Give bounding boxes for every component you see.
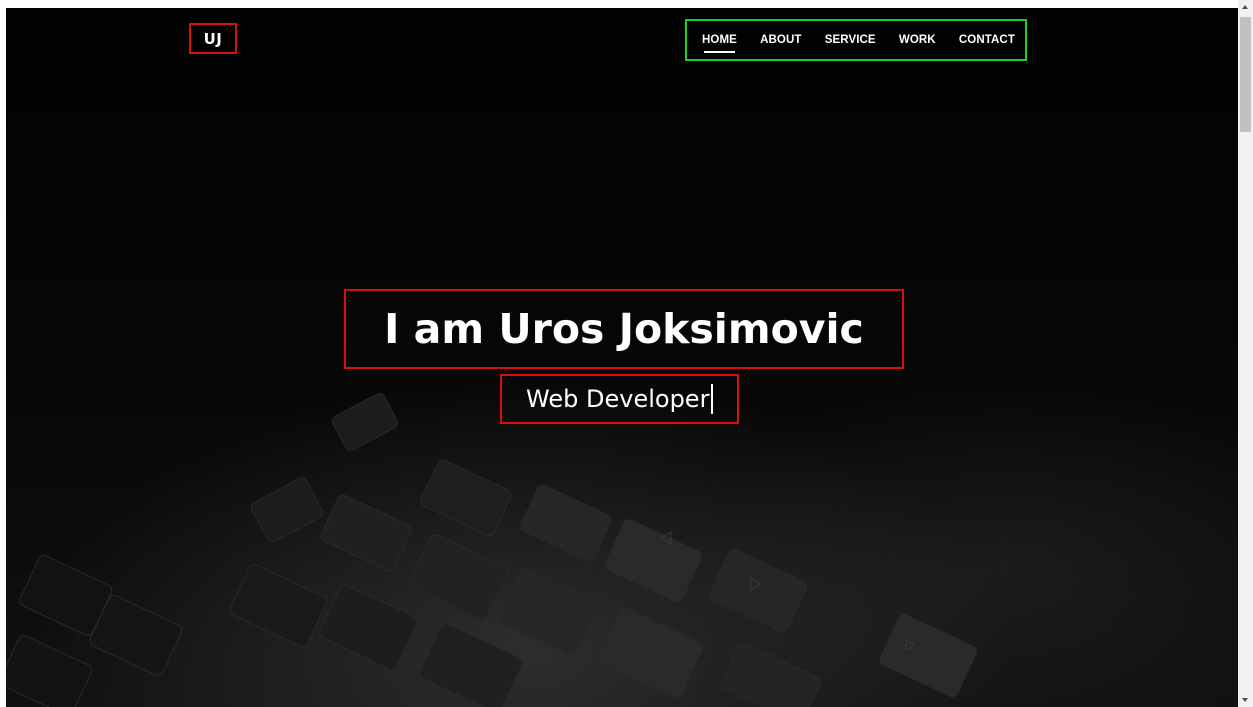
nav-item-contact[interactable]: CONTACT	[959, 34, 1015, 46]
nav-item-service[interactable]: SERVICE	[825, 34, 876, 46]
main-navigation: HOME ABOUT SERVICE WORK CONTACT	[685, 19, 1027, 61]
hero-subtitle: Web Developer	[500, 374, 739, 424]
nav-item-home[interactable]: HOME	[702, 34, 737, 53]
brand-logo[interactable]: UJ	[189, 23, 237, 54]
nav-item-work[interactable]: WORK	[899, 34, 936, 46]
scroll-down-icon[interactable]	[1242, 698, 1248, 702]
hero-subtitle-text: Web Developer	[526, 385, 710, 413]
scrollbar-thumb[interactable]	[1240, 17, 1251, 132]
scroll-up-icon[interactable]	[1242, 5, 1248, 9]
page-scrollbar[interactable]	[1238, 0, 1253, 707]
typing-cursor	[711, 384, 713, 414]
hero-title-text: I am Uros Joksimovic	[384, 305, 864, 353]
nav-item-about[interactable]: ABOUT	[760, 34, 801, 46]
hero-section: UJ HOME ABOUT SERVICE WORK CONTACT I am …	[6, 8, 1238, 707]
hero-title: I am Uros Joksimovic	[344, 289, 904, 369]
brand-logo-text: UJ	[203, 29, 223, 48]
